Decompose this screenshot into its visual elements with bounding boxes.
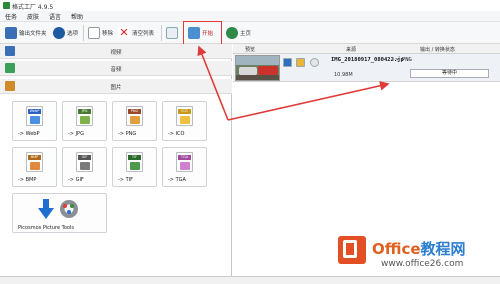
column-preview[interactable]: 预览 [245,46,255,53]
format-webp-tile[interactable]: WebP -> WebP [12,101,57,141]
options-button[interactable]: 选项 [53,24,78,42]
task-info-icon[interactable] [283,58,292,67]
category-video-label: 视频 [110,50,122,56]
menu-bar: 任务 皮肤 语言 帮助 [0,11,500,22]
watermark-office-logo [338,236,366,264]
category-video[interactable]: 视频 [0,44,232,59]
task-options-icon[interactable] [310,58,319,67]
folder-film-icon [5,27,17,39]
format-gif-tile[interactable]: GIF -> GIF [62,147,107,187]
task-status: 等待中 [410,69,489,78]
clear-x-icon: ✕ [118,26,130,39]
task-file-size: 10.98M [334,72,353,78]
task-output-format: -> PNG [392,57,412,63]
tif-file-icon: TIF [126,152,143,172]
gif-file-icon: GIF [76,152,93,172]
task-list-header: 预览 来源 输出 / 转换状态 [233,44,500,54]
output-settings-button[interactable] [166,24,178,42]
category-image[interactable]: 图片 [0,79,232,94]
remove-doc-icon [88,27,100,39]
options-label: 选项 [67,31,79,37]
menu-task[interactable]: 任务 [5,12,17,21]
task-thumbnail [235,55,280,81]
output-settings-icon [166,27,178,39]
toolbar-divider [161,25,162,41]
task-folder-icon[interactable] [296,58,305,67]
category-image-label: 图片 [110,85,122,91]
picosmos-tools-tile[interactable]: Picosmos Picture Tools [12,193,107,233]
start-highlight-box [183,21,222,45]
clear-list-button[interactable]: ✕ 清空列表 [118,24,154,42]
menu-skin[interactable]: 皮肤 [27,12,39,21]
format-tif-label: -> TIF [118,177,133,183]
menu-help[interactable]: 帮助 [71,12,83,21]
format-png-label: -> PNG [118,131,137,137]
png-file-icon: PNG [126,106,143,126]
bmp-file-icon: BMP [26,152,43,172]
format-gif-label: -> GIF [68,177,84,183]
format-ico-label: -> ICO [168,131,185,137]
picosmos-tools-icon [38,199,78,219]
format-bmp-label: -> BMP [18,177,37,183]
format-jpg-tile[interactable]: JPG -> JPG [62,101,107,141]
remove-label: 移除 [102,31,114,37]
title-bar [0,0,500,11]
picosmos-label: Picosmos Picture Tools [18,225,74,231]
globe-home-icon [226,27,238,39]
format-png-tile[interactable]: PNG -> PNG [112,101,157,141]
remove-button[interactable]: 移除 [88,24,113,42]
column-output-status[interactable]: 输出 / 转换状态 [420,46,455,53]
format-webp-label: -> WebP [18,131,40,137]
format-tif-tile[interactable]: TIF -> TIF [112,147,157,187]
menu-language[interactable]: 语言 [49,12,61,21]
format-tga-label: -> TGA [168,177,186,183]
format-ico-tile[interactable]: ICO -> ICO [162,101,207,141]
format-bmp-tile[interactable]: BMP -> BMP [12,147,57,187]
app-logo-icon [3,2,10,9]
clear-list-label: 清空列表 [132,31,155,37]
format-jpg-label: -> JPG [68,131,84,137]
jpg-file-icon: JPG [76,106,93,126]
window-title: 格式工厂 4.9.5 [12,4,54,11]
home-label: 主页 [240,31,252,37]
output-folder-label: 输出文件夹 [19,31,47,37]
category-audio-label: 音频 [110,67,122,73]
options-gear-icon [53,27,65,39]
tga-file-icon: TGA [176,152,193,172]
category-audio[interactable]: 音频 [0,61,232,76]
output-folder-button[interactable]: 输出文件夹 [5,24,47,42]
column-source[interactable]: 来源 [346,46,356,53]
format-tga-tile[interactable]: TGA -> TGA [162,147,207,187]
toolbar-divider [83,25,84,41]
home-button[interactable]: 主页 [226,24,251,42]
webp-file-icon: WebP [26,106,43,126]
ico-file-icon: ICO [176,106,193,126]
watermark-brand: Office教程网 [372,240,466,258]
watermark-url: www.office26.com [381,259,464,269]
status-bar [0,276,500,284]
